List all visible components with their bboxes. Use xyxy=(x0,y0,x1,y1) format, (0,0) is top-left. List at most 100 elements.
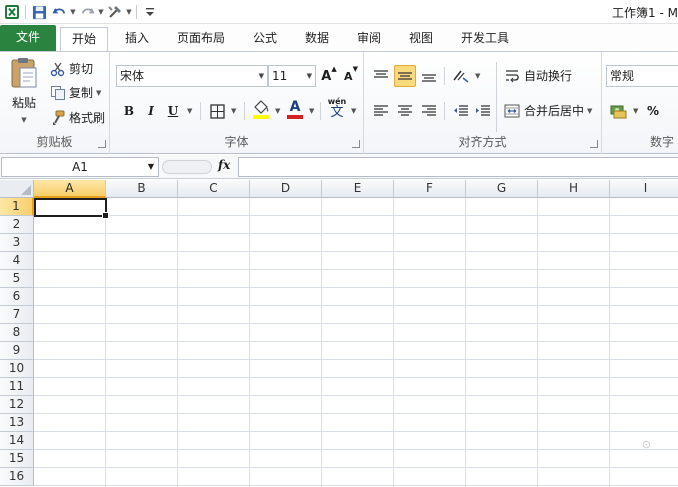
phonetic-dropdown-icon[interactable]: ▼ xyxy=(351,107,356,115)
paste-dropdown-icon[interactable]: ▼ xyxy=(21,116,26,124)
align-center-button[interactable] xyxy=(394,100,416,122)
copy-dropdown-icon[interactable]: ▼ xyxy=(96,89,101,97)
customize-dropdown-icon[interactable] xyxy=(140,2,160,22)
row-header-6[interactable]: 6 xyxy=(0,288,34,306)
align-bottom-button[interactable] xyxy=(418,65,440,87)
column-header-f[interactable]: F xyxy=(394,180,466,198)
row-header-15[interactable]: 15 xyxy=(0,450,34,468)
row-header-10[interactable]: 10 xyxy=(0,360,34,378)
undo-dropdown-icon[interactable]: ▼ xyxy=(69,8,77,16)
orientation-dropdown-icon[interactable]: ▼ xyxy=(475,72,480,80)
separator xyxy=(496,62,497,132)
tab-data[interactable]: 数据 xyxy=(296,27,338,51)
column-header-i[interactable]: I xyxy=(610,180,678,198)
row-header-5[interactable]: 5 xyxy=(0,270,34,288)
worksheet-grid: ABCDEFGHI 1 2 3 4 5 6 7 8 9 10 11 12 13 14 15 16 ⊙ xyxy=(0,180,678,487)
decrease-indent-button[interactable] xyxy=(450,100,472,122)
orientation-button[interactable] xyxy=(450,65,472,87)
borders-button[interactable] xyxy=(206,100,228,122)
select-all-button[interactable] xyxy=(0,180,34,198)
save-icon[interactable] xyxy=(29,2,49,22)
percent-style-button[interactable]: % xyxy=(642,100,664,122)
merge-center-button[interactable]: 合并后居中 ▼ xyxy=(504,102,592,119)
column-header-c[interactable]: C xyxy=(178,180,250,198)
tab-page-layout[interactable]: 页面布局 xyxy=(170,27,232,51)
italic-button[interactable]: I xyxy=(140,100,162,122)
font-color-button[interactable]: A xyxy=(284,98,306,120)
cell-area[interactable] xyxy=(34,198,678,487)
row-header-12[interactable]: 12 xyxy=(0,396,34,414)
column-header-h[interactable]: H xyxy=(538,180,610,198)
tools-icon[interactable] xyxy=(105,2,125,22)
row-header-11[interactable]: 11 xyxy=(0,378,34,396)
redo-dropdown-icon[interactable]: ▼ xyxy=(97,8,105,16)
fill-color-dropdown-icon[interactable]: ▼ xyxy=(275,107,280,115)
font-size-combo[interactable]: 11 ▼ xyxy=(268,65,316,87)
shrink-font-button[interactable]: A ▼ xyxy=(340,65,362,87)
accounting-format-button[interactable] xyxy=(608,100,630,122)
merge-dropdown-icon[interactable]: ▼ xyxy=(587,107,592,115)
align-top-button[interactable] xyxy=(370,65,392,87)
formula-resize-handle[interactable] xyxy=(162,160,212,174)
underline-dropdown-icon[interactable]: ▼ xyxy=(187,107,192,115)
align-middle-button[interactable] xyxy=(394,65,416,87)
tab-file[interactable]: 文件 xyxy=(0,25,56,51)
column-header-g[interactable]: G xyxy=(466,180,538,198)
row-header-2[interactable]: 2 xyxy=(0,216,34,234)
column-header-d[interactable]: D xyxy=(250,180,322,198)
row-header-8[interactable]: 8 xyxy=(0,324,34,342)
align-right-button[interactable] xyxy=(418,100,440,122)
tab-insert[interactable]: 插入 xyxy=(116,27,158,51)
tab-view[interactable]: 视图 xyxy=(400,27,442,51)
formula-input[interactable] xyxy=(238,157,678,177)
row-header-1[interactable]: 1 xyxy=(0,198,34,216)
font-name-combo[interactable]: 宋体 ▼ xyxy=(116,65,268,87)
column-header-b[interactable]: B xyxy=(106,180,178,198)
row-header-16[interactable]: 16 xyxy=(0,468,34,486)
cut-button[interactable]: 剪切 xyxy=(50,60,93,77)
align-left-button[interactable] xyxy=(370,100,392,122)
font-size-dropdown-icon[interactable]: ▼ xyxy=(307,66,312,86)
row-header-4[interactable]: 4 xyxy=(0,252,34,270)
fill-color-button[interactable] xyxy=(250,98,272,120)
borders-dropdown-icon[interactable]: ▼ xyxy=(231,107,236,115)
font-color-dropdown-icon[interactable]: ▼ xyxy=(309,107,314,115)
phonetic-guide-button[interactable]: wén 文 xyxy=(326,97,348,119)
column-header-e[interactable]: E xyxy=(322,180,394,198)
row-header-7[interactable]: 7 xyxy=(0,306,34,324)
name-box[interactable]: A1 ▼ xyxy=(1,157,159,177)
accounting-dropdown-icon[interactable]: ▼ xyxy=(633,107,638,115)
undo-icon[interactable] xyxy=(49,2,69,22)
insert-function-button[interactable]: fx xyxy=(218,158,230,172)
row-header-3[interactable]: 3 xyxy=(0,234,34,252)
excel-logo-icon[interactable] xyxy=(2,2,22,22)
clipboard-group-label: 剪贴板 xyxy=(36,135,73,149)
row-header-9[interactable]: 9 xyxy=(0,342,34,360)
format-painter-button[interactable]: 格式刷 xyxy=(50,109,105,126)
row-header-14[interactable]: 14 xyxy=(0,432,34,450)
tab-review[interactable]: 审阅 xyxy=(348,27,390,51)
copy-button[interactable]: 复制 ▼ xyxy=(50,84,101,101)
underline-button[interactable]: U xyxy=(162,100,184,122)
name-box-dropdown-icon[interactable]: ▼ xyxy=(148,158,154,176)
grow-font-button[interactable]: A ▲ xyxy=(318,65,340,87)
separator xyxy=(136,5,137,19)
paste-button[interactable]: 粘贴 ▼ xyxy=(6,56,42,124)
tab-home[interactable]: 开始 xyxy=(60,27,108,52)
column-header-a[interactable]: A xyxy=(34,180,106,198)
increase-indent-button[interactable] xyxy=(472,100,494,122)
font-launcher-icon[interactable] xyxy=(352,140,360,148)
tab-formulas[interactable]: 公式 xyxy=(244,27,286,51)
redo-icon[interactable] xyxy=(77,2,97,22)
tools-dropdown-icon[interactable]: ▼ xyxy=(125,8,133,16)
clipboard-launcher-icon[interactable] xyxy=(98,140,106,148)
alignment-launcher-icon[interactable] xyxy=(590,140,598,148)
font-name-dropdown-icon[interactable]: ▼ xyxy=(259,66,264,86)
number-format-combo[interactable]: 常规 xyxy=(606,65,678,87)
tab-developer[interactable]: 开发工具 xyxy=(452,27,518,51)
wrap-text-icon xyxy=(506,69,519,82)
wrap-text-button[interactable]: 自动换行 xyxy=(504,67,572,84)
row-header-13[interactable]: 13 xyxy=(0,414,34,432)
bold-button[interactable]: B xyxy=(118,100,140,122)
active-cell-a1[interactable] xyxy=(34,198,109,219)
